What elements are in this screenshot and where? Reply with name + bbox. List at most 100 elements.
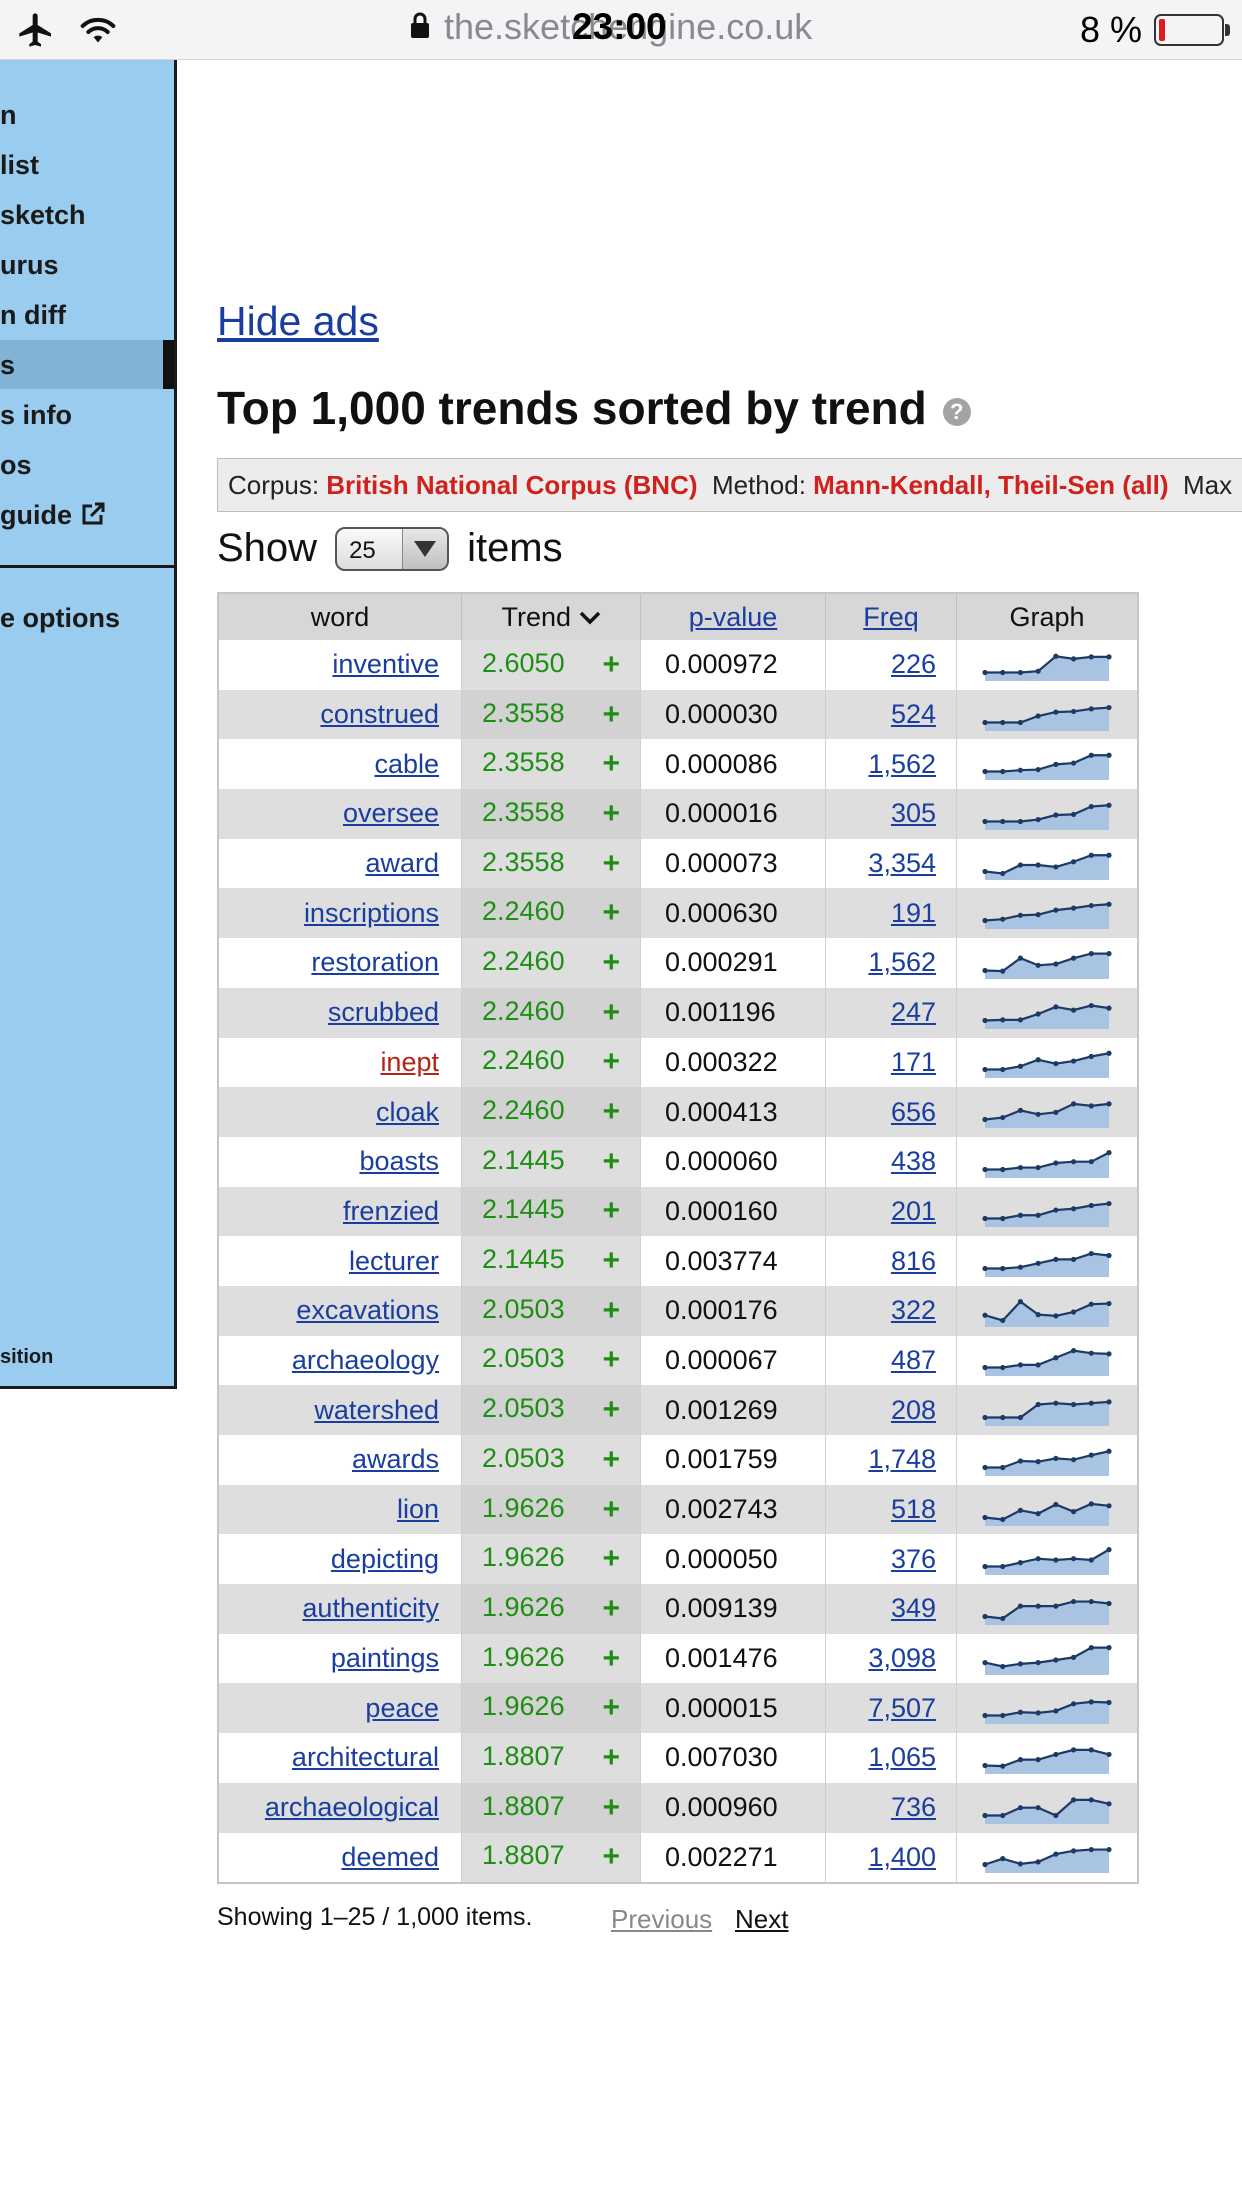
sparkline[interactable] [981, 896, 1113, 930]
trend-value: 1.9626 [482, 1542, 565, 1573]
freq-link[interactable]: 656 [891, 1097, 936, 1127]
sparkline[interactable] [981, 1542, 1113, 1576]
freq-link[interactable]: 376 [891, 1544, 936, 1574]
word-link[interactable]: lion [397, 1494, 439, 1524]
word-link[interactable]: inventive [332, 649, 439, 679]
word-link[interactable]: authenticity [302, 1593, 439, 1623]
freq-link[interactable]: 208 [891, 1395, 936, 1425]
column-header-pvalue[interactable]: p-value [640, 593, 826, 640]
word-link[interactable]: awards [352, 1444, 439, 1474]
word-link[interactable]: oversee [343, 798, 439, 828]
word-link[interactable]: excavations [296, 1295, 439, 1325]
sparkline[interactable] [981, 946, 1113, 980]
sparkline[interactable] [981, 1294, 1113, 1328]
sparkline-point [1017, 1757, 1024, 1763]
word-link[interactable]: restoration [311, 947, 439, 977]
word-link[interactable]: lecturer [349, 1246, 439, 1276]
word-link[interactable]: cloak [376, 1097, 439, 1127]
word-link[interactable]: archaeological [265, 1792, 439, 1822]
word-link[interactable]: architectural [292, 1742, 439, 1772]
freq-link[interactable]: 201 [891, 1196, 936, 1226]
sparkline[interactable] [981, 648, 1113, 682]
freq-link[interactable]: 1,400 [868, 1842, 936, 1872]
sparkline[interactable] [981, 1840, 1113, 1874]
freq-link[interactable]: 3,354 [868, 848, 936, 878]
word-link[interactable]: boasts [359, 1146, 439, 1176]
sparkline[interactable] [981, 1642, 1113, 1676]
items-per-page-select[interactable]: 25 [335, 526, 450, 571]
sparkline[interactable] [981, 1691, 1113, 1725]
word-link[interactable]: frenzied [343, 1196, 439, 1226]
sparkline[interactable] [981, 847, 1113, 881]
sparkline[interactable] [981, 1343, 1113, 1377]
freq-link[interactable]: 524 [891, 699, 936, 729]
previous-page-link[interactable]: Previous [611, 1904, 712, 1935]
sidebar-item-my-jobs[interactable]: os [0, 450, 32, 481]
freq-link[interactable]: 816 [891, 1246, 936, 1276]
freq-link[interactable]: 1,562 [868, 749, 936, 779]
sparkline[interactable] [981, 698, 1113, 732]
sidebar-item-trends[interactable]: s [0, 350, 15, 381]
freq-link[interactable]: 7,507 [868, 1693, 936, 1723]
word-link[interactable]: watershed [314, 1395, 439, 1425]
sidebar-item-search[interactable]: n [0, 100, 17, 131]
sidebar-item-change-options[interactable]: e options [0, 603, 120, 634]
sparkline[interactable] [981, 1741, 1113, 1775]
word-link[interactable]: depicting [331, 1544, 439, 1574]
sparkline[interactable] [981, 996, 1113, 1030]
cell-freq: 1,065 [825, 1733, 957, 1783]
sparkline[interactable] [981, 1244, 1113, 1278]
sparkline[interactable] [981, 1791, 1113, 1825]
freq-link[interactable]: 1,065 [868, 1742, 936, 1772]
freq-link[interactable]: 3,098 [868, 1643, 936, 1673]
sparkline[interactable] [981, 1145, 1113, 1179]
freq-link[interactable]: 1,748 [868, 1444, 936, 1474]
column-header-trend[interactable]: Trend [461, 593, 641, 640]
help-icon[interactable]: ? [942, 398, 971, 426]
freq-link[interactable]: 518 [891, 1494, 936, 1524]
sidebar-item-word-sketch[interactable]: sketch [0, 200, 86, 231]
column-header-freq[interactable]: Freq [825, 593, 957, 640]
freq-link[interactable]: 1,562 [868, 947, 936, 977]
corpus-value[interactable]: British National Corpus (BNC) [326, 470, 697, 500]
sidebar-item-wordlist[interactable]: list [0, 150, 39, 181]
freq-link[interactable]: 191 [891, 898, 936, 928]
freq-link[interactable]: 487 [891, 1345, 936, 1375]
word-link[interactable]: inscriptions [304, 898, 439, 928]
next-page-link[interactable]: Next [735, 1904, 788, 1935]
sort-freq-link[interactable]: Freq [863, 602, 919, 632]
word-link[interactable]: deemed [341, 1842, 439, 1872]
sidebar-item-corpus-info[interactable]: s info [0, 400, 72, 431]
freq-link[interactable]: 736 [891, 1792, 936, 1822]
word-link[interactable]: inept [380, 1047, 439, 1077]
freq-link[interactable]: 171 [891, 1047, 936, 1077]
freq-link[interactable]: 226 [891, 649, 936, 679]
hide-ads-link[interactable]: Hide ads [217, 298, 379, 345]
freq-link[interactable]: 322 [891, 1295, 936, 1325]
freq-link[interactable]: 349 [891, 1593, 936, 1623]
word-link[interactable]: award [365, 848, 439, 878]
freq-link[interactable]: 305 [891, 798, 936, 828]
sparkline[interactable] [981, 797, 1113, 831]
sidebar-item-thesaurus[interactable]: urus [0, 250, 59, 281]
sidebar-item-user-guide[interactable]: guide [0, 500, 106, 531]
sparkline[interactable] [981, 1045, 1113, 1079]
sparkline[interactable] [981, 1443, 1113, 1477]
freq-link[interactable]: 438 [891, 1146, 936, 1176]
word-link[interactable]: construed [320, 699, 439, 729]
freq-link[interactable]: 247 [891, 997, 936, 1027]
sparkline[interactable] [981, 1592, 1113, 1626]
word-link[interactable]: paintings [331, 1643, 439, 1673]
sparkline[interactable] [981, 747, 1113, 781]
word-link[interactable]: archaeology [292, 1345, 439, 1375]
word-link[interactable]: cable [374, 749, 439, 779]
sparkline[interactable] [981, 1493, 1113, 1527]
word-link[interactable]: peace [365, 1693, 439, 1723]
method-value[interactable]: Mann-Kendall, Theil-Sen (all) [813, 470, 1168, 500]
word-link[interactable]: scrubbed [328, 997, 439, 1027]
sparkline[interactable] [981, 1393, 1113, 1427]
sort-pvalue-link[interactable]: p-value [689, 602, 778, 632]
sparkline[interactable] [981, 1194, 1113, 1228]
sidebar-item-sketch-diff[interactable]: n diff [0, 300, 66, 331]
sparkline[interactable] [981, 1095, 1113, 1129]
